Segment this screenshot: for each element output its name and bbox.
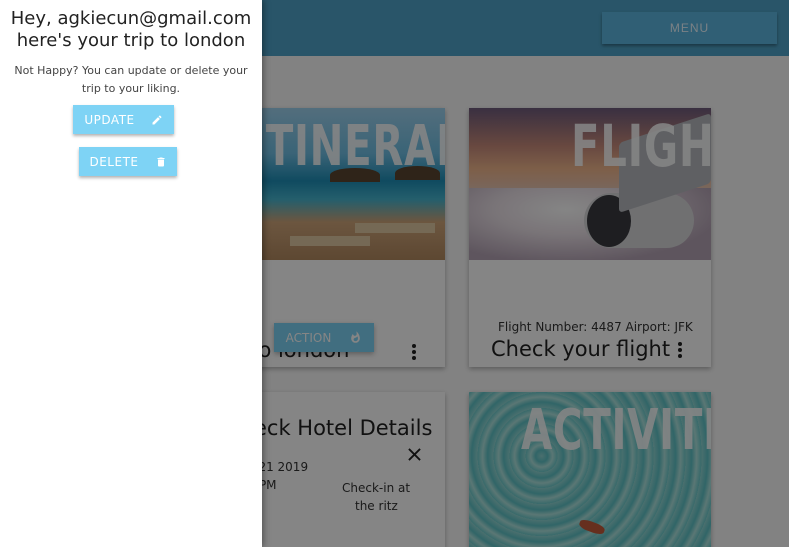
note-line2: trip to your liking.	[81, 82, 181, 95]
side-drawer: Hey, agkiecun@gmail.com here's your trip…	[0, 0, 262, 547]
drawer-note: Not Happy? You can update or delete your…	[0, 62, 262, 98]
update-label: UPDATE	[84, 112, 135, 127]
update-button[interactable]: UPDATE	[73, 105, 174, 134]
delete-button[interactable]: DELETE	[79, 147, 177, 176]
greeting-line1: Hey, agkiecun@gmail.com	[10, 8, 252, 29]
delete-label: DELETE	[89, 154, 139, 169]
greeting-line2: here's your trip to london	[16, 30, 246, 51]
trash-icon	[157, 157, 164, 166]
pencil-icon	[152, 114, 162, 124]
greeting: Hey, agkiecun@gmail.com here's your trip…	[0, 8, 262, 52]
note-line1: Not Happy? You can update or delete your	[14, 64, 248, 77]
